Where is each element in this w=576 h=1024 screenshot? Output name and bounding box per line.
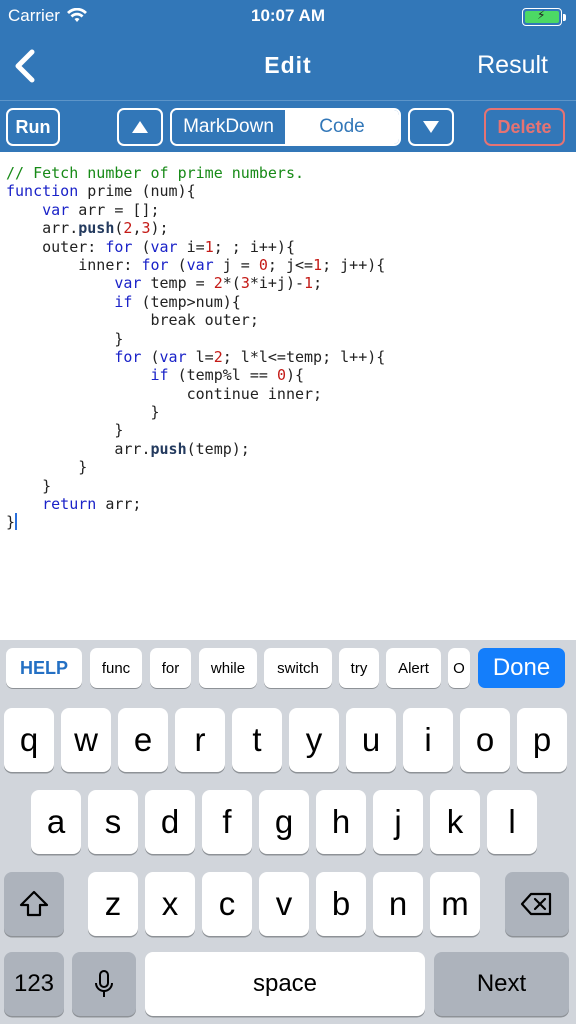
code-line: arr.push(2,3); (6, 219, 169, 238)
space-key[interactable]: space (145, 952, 425, 1016)
chip-alert[interactable]: Alert (386, 648, 441, 688)
code-line: } (6, 458, 88, 477)
top-bar: Carrier 10:07 AM Edit Result (0, 0, 576, 100)
key-u[interactable]: u (346, 708, 396, 772)
keyboard: HELP func for while switch try Alert O D… (0, 640, 576, 1024)
key-y[interactable]: y (289, 708, 339, 772)
key-e[interactable]: e (118, 708, 168, 772)
key-c[interactable]: c (202, 872, 252, 936)
key-b[interactable]: b (316, 872, 366, 936)
editor-toolbar: Run MarkDown Code Delete (0, 100, 576, 152)
code-line: } (6, 329, 124, 348)
code-line: for (var l=2; l*l<=temp; l++){ (114, 347, 386, 366)
move-down-button[interactable] (408, 108, 454, 146)
key-z[interactable]: z (88, 872, 138, 936)
navigation-bar: Edit Result (0, 32, 576, 100)
key-q[interactable]: q (4, 708, 54, 772)
code-editor[interactable]: // Fetch number of prime numbers. functio… (0, 152, 576, 640)
status-time: 10:07 AM (250, 6, 325, 25)
key-r[interactable]: r (175, 708, 225, 772)
code-line: outer: for (var i=1; ; i++){ (6, 237, 295, 256)
key-g[interactable]: g (259, 790, 309, 854)
segment-code[interactable]: Code (285, 110, 399, 144)
next-key[interactable]: Next (434, 952, 569, 1016)
chip-for[interactable]: for (150, 648, 191, 688)
key-v[interactable]: v (259, 872, 309, 936)
microphone-icon (95, 970, 113, 997)
chip-func[interactable]: func (90, 648, 142, 688)
chip-help[interactable]: HELP (6, 648, 82, 688)
key-j[interactable]: j (373, 790, 423, 854)
result-button[interactable]: Result (477, 51, 548, 80)
code-line: if (temp%l == 0){ (150, 366, 305, 385)
code-line: arr.push(temp); (6, 439, 250, 458)
code-line: if (temp>num){ (114, 292, 241, 311)
triangle-up-icon (132, 121, 148, 133)
key-w[interactable]: w (61, 708, 111, 772)
key-f[interactable]: f (202, 790, 252, 854)
key-x[interactable]: x (145, 872, 195, 936)
key-h[interactable]: h (316, 790, 366, 854)
code-line: return arr; (42, 495, 142, 514)
chip-switch[interactable]: switch (264, 648, 332, 688)
text-cursor (15, 513, 18, 531)
segment-markdown[interactable]: MarkDown (172, 110, 285, 144)
backspace-key[interactable] (505, 872, 569, 936)
chip-more[interactable]: O (448, 648, 470, 688)
key-n[interactable]: n (373, 872, 423, 936)
code-line: } (6, 476, 52, 495)
key-m[interactable]: m (430, 872, 480, 936)
shift-key[interactable] (4, 872, 64, 936)
code-line: // Fetch number of prime numbers. (6, 164, 305, 182)
backspace-icon (520, 892, 552, 916)
code-line: } (6, 513, 18, 532)
code-line: } (6, 403, 160, 422)
battery-icon (522, 8, 566, 26)
shift-icon (19, 890, 49, 917)
run-button[interactable]: Run (6, 108, 60, 146)
key-t[interactable]: t (232, 708, 282, 772)
triangle-down-icon (423, 121, 439, 133)
code-line: continue inner; (6, 384, 323, 403)
key-s[interactable]: s (88, 790, 138, 854)
move-up-button[interactable] (117, 108, 163, 146)
code-line: var arr = []; (42, 200, 160, 219)
key-l[interactable]: l (487, 790, 537, 854)
code-line: inner: for (var j = 0; j<=1; j++){ (6, 255, 386, 274)
code-line: var temp = 2*(3*i+j)-1; (114, 274, 323, 293)
key-i[interactable]: i (403, 708, 453, 772)
done-button[interactable]: Done (478, 648, 565, 688)
delete-button[interactable]: Delete (484, 108, 565, 146)
code-line: break outer; (6, 311, 259, 330)
key-o[interactable]: o (460, 708, 510, 772)
dictation-key[interactable] (72, 952, 136, 1016)
key-p[interactable]: p (517, 708, 567, 772)
chip-while[interactable]: while (199, 648, 257, 688)
snippet-bar: HELP func for while switch try Alert O D… (0, 648, 576, 690)
key-k[interactable]: k (430, 790, 480, 854)
key-a[interactable]: a (31, 790, 81, 854)
code-line: } (6, 421, 124, 440)
numbers-key[interactable]: 123 (4, 952, 64, 1016)
code-line: function prime (num){ (6, 182, 196, 201)
chip-try[interactable]: try (339, 648, 379, 688)
key-d[interactable]: d (145, 790, 195, 854)
mode-segmented-control: MarkDown Code (170, 108, 401, 146)
status-bar: Carrier 10:07 AM (0, 0, 576, 32)
